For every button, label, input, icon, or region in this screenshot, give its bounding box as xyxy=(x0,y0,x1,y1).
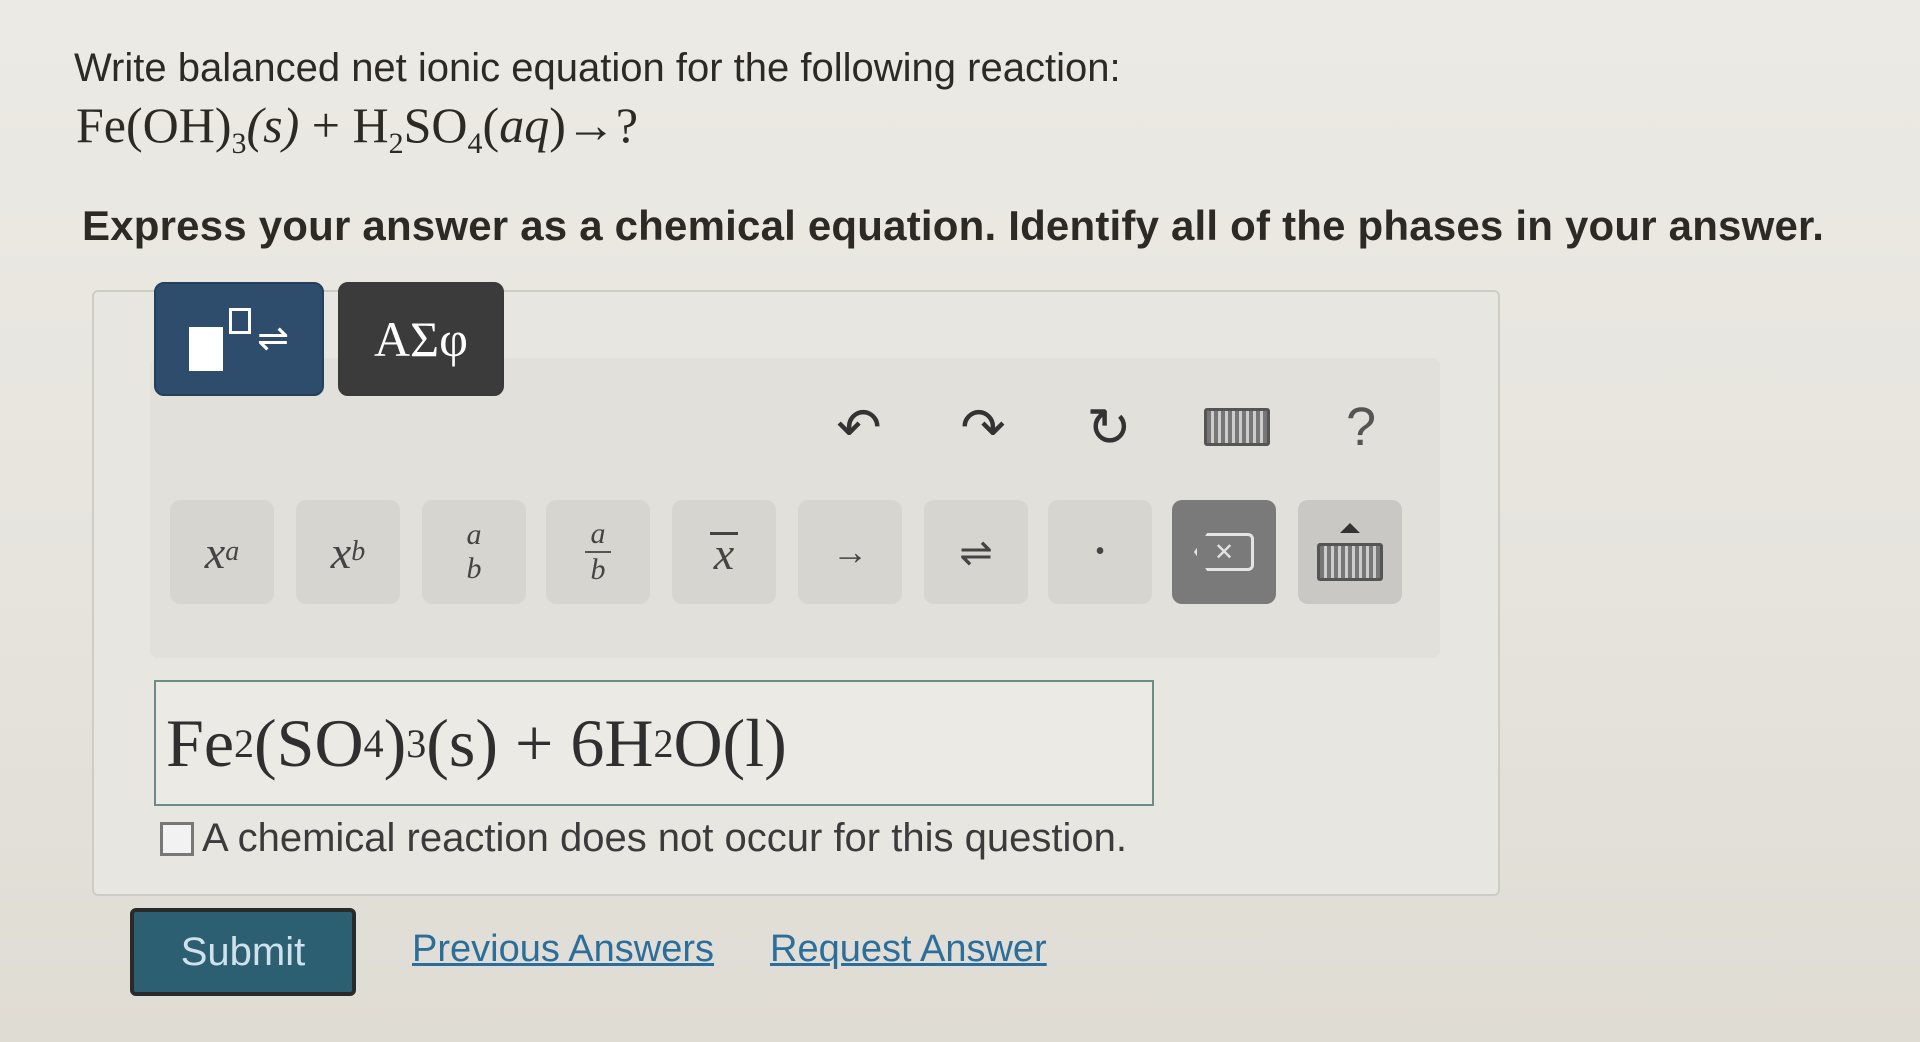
no-reaction-checkbox[interactable] xyxy=(160,821,194,856)
undo-button[interactable]: ↶ xyxy=(824,392,894,462)
reactant-1-phase: (s) xyxy=(246,97,300,153)
backspace-key[interactable]: ✕ xyxy=(1172,500,1276,604)
equilibrium-arrows-icon: ⇌ xyxy=(959,529,993,575)
fraction-numerator: a xyxy=(590,517,606,550)
caret-up-icon xyxy=(1340,523,1360,533)
reactant-2a: H xyxy=(352,97,389,153)
equilibrium-icon: ⇌ xyxy=(257,318,289,360)
overline-key[interactable]: x xyxy=(672,500,776,604)
reactant-1: Fe(OH) xyxy=(76,97,232,153)
no-reaction-option[interactable]: A chemical reaction does not occur for t… xyxy=(160,816,1127,861)
keyboard-button[interactable] xyxy=(1202,392,1272,462)
overline-icon: x xyxy=(709,530,739,576)
answer-part: ) xyxy=(383,704,407,781)
superscript-key[interactable]: xa xyxy=(170,500,274,604)
answer-part: O(l) xyxy=(673,704,787,781)
plus-sign: + xyxy=(311,97,340,153)
template-box-icon xyxy=(189,327,224,371)
undo-icon: ↶ xyxy=(836,397,882,458)
subscript-index: b xyxy=(351,536,366,567)
keyboard-small-icon xyxy=(1317,543,1383,581)
greek-symbols-tab[interactable]: ΑΣφ xyxy=(338,282,504,396)
help-button[interactable]: ? xyxy=(1326,392,1396,462)
superscript-exp: a xyxy=(225,536,240,567)
fraction-key[interactable]: a b xyxy=(546,500,650,604)
fraction-icon: a b xyxy=(585,517,611,587)
reactant-2b-sub: 4 xyxy=(467,127,483,160)
reactant-2b: SO xyxy=(403,97,468,153)
instruction-text: Express your answer as a chemical equati… xyxy=(82,202,1825,249)
keyboard-toggle-key[interactable] xyxy=(1298,500,1402,604)
fraction-denominator: b xyxy=(590,553,606,586)
reaction-arrow: →? xyxy=(565,97,639,153)
request-answer-link[interactable]: Request Answer xyxy=(770,928,1047,971)
reset-icon: ↻ xyxy=(1086,397,1132,458)
stack-key[interactable]: a b xyxy=(422,500,526,604)
answer-sub: 4 xyxy=(363,720,384,766)
dot-key[interactable]: • xyxy=(1048,500,1152,604)
answer-input[interactable]: Fe 2 (SO 4) 3 (s) + 6H 2 O(l) xyxy=(154,680,1154,806)
templates-tab[interactable]: ⇌ xyxy=(154,282,324,396)
answer-sub: 2 xyxy=(653,720,674,766)
redo-button[interactable]: ↷ xyxy=(948,392,1018,462)
no-reaction-label: A chemical reaction does not occur for t… xyxy=(202,816,1127,860)
stack-icon: a b xyxy=(467,518,482,586)
stack-bottom: b xyxy=(466,552,482,585)
reactant-2-phase: aq xyxy=(499,97,550,153)
answer-part: Fe xyxy=(166,704,234,781)
reactant-2a-sub: 2 xyxy=(388,127,404,160)
answer-part: (s) + 6H xyxy=(426,704,654,781)
arrow-icon: → xyxy=(832,532,868,572)
answer-part: (SO xyxy=(254,704,364,781)
superscript-base: x xyxy=(204,526,226,578)
redo-icon: ↷ xyxy=(960,397,1006,458)
reactant-1-sub: 3 xyxy=(231,127,247,160)
stack-top: a xyxy=(466,518,482,551)
answer-sub: 2 xyxy=(234,720,254,766)
reaction-equation: Fe(OH)3(s) + H2SO4(aq)→? xyxy=(76,97,639,160)
backspace-icon: ✕ xyxy=(1194,533,1254,571)
subscript-key[interactable]: xb xyxy=(296,500,400,604)
reset-button[interactable]: ↻ xyxy=(1074,392,1144,462)
previous-answers-link[interactable]: Previous Answers xyxy=(412,928,714,971)
equilibrium-key[interactable]: ⇌ xyxy=(924,500,1028,604)
template-superscript-icon xyxy=(229,308,252,334)
subscript-base: x xyxy=(330,526,352,578)
reaction-arrow-key[interactable]: → xyxy=(798,500,902,604)
answer-sub: 3 xyxy=(406,720,427,766)
keyboard-icon xyxy=(1204,408,1270,446)
submit-button[interactable]: Submit xyxy=(130,908,356,996)
question-prompt: Write balanced net ionic equation for th… xyxy=(74,46,1121,90)
dot-icon: • xyxy=(1095,536,1105,567)
